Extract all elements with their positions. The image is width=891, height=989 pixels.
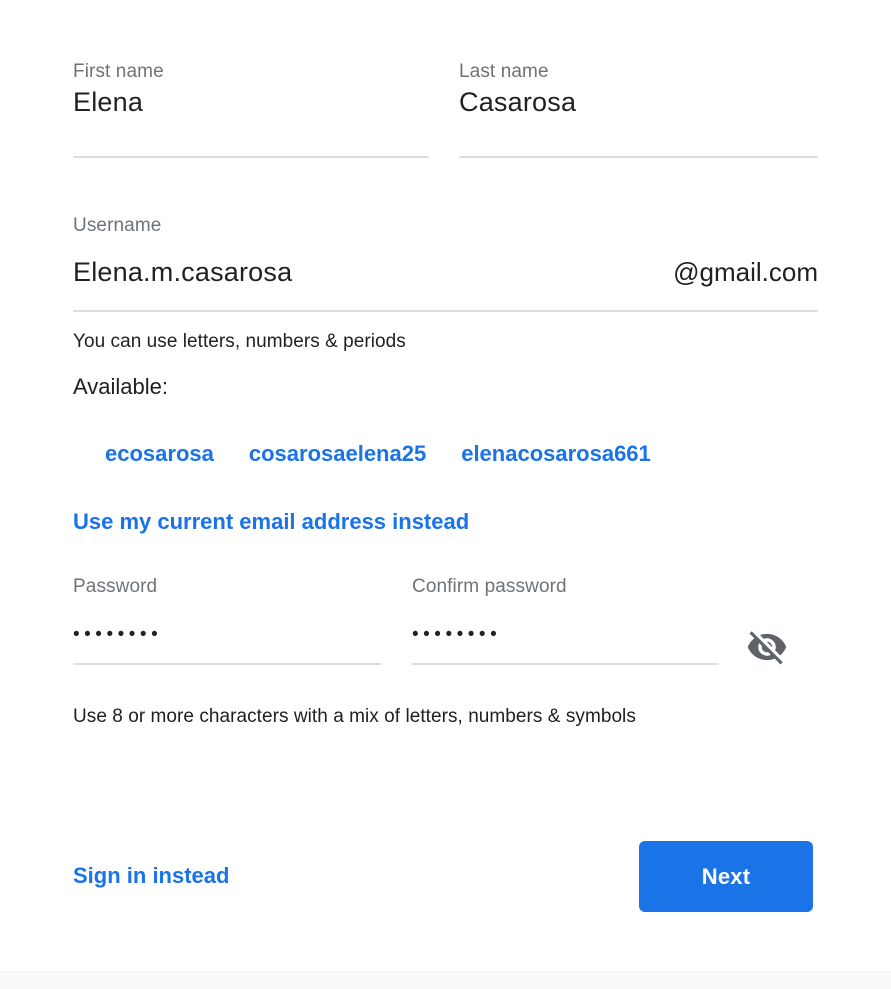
- password-label: Password: [73, 576, 158, 597]
- username-suggestion-3[interactable]: elenacosarosa661: [461, 438, 651, 470]
- bottom-strip: [0, 972, 891, 989]
- visibility-off-icon[interactable]: [740, 620, 794, 674]
- first-name-value[interactable]: Elena: [73, 84, 429, 120]
- last-name-field[interactable]: Last name Casarosa: [459, 60, 818, 158]
- confirm-password-value[interactable]: ••••••••: [412, 617, 719, 653]
- last-name-label: Last name: [459, 61, 549, 82]
- last-name-value[interactable]: Casarosa: [459, 84, 818, 120]
- password-helper-text: Use 8 or more characters with a mix of l…: [73, 706, 636, 727]
- visibility-off-icon-glyph: [747, 631, 787, 665]
- password-value[interactable]: ••••••••: [73, 617, 381, 653]
- first-name-underline: [73, 156, 429, 158]
- first-name-label: First name: [73, 61, 164, 82]
- use-current-email-link[interactable]: Use my current email address instead: [73, 506, 469, 538]
- username-value[interactable]: Elena.m.casarosa: [73, 254, 292, 290]
- last-name-underline: [459, 156, 818, 158]
- username-field[interactable]: Username Elena.m.casarosa @gmail.com: [73, 214, 818, 312]
- username-helper-text: You can use letters, numbers & periods: [73, 331, 406, 352]
- next-button[interactable]: Next: [639, 841, 813, 912]
- username-row: Elena.m.casarosa @gmail.com: [73, 254, 818, 290]
- sign-in-instead-link[interactable]: Sign in instead: [73, 860, 229, 892]
- confirm-password-label: Confirm password: [412, 576, 567, 597]
- username-suggestion-list: ecosarosa cosarosaelena25 elenacosarosa6…: [105, 438, 818, 470]
- username-suggestion-2[interactable]: cosarosaelena25: [249, 438, 426, 470]
- first-name-field[interactable]: First name Elena: [73, 60, 429, 158]
- password-field[interactable]: Password ••••••••: [73, 575, 381, 665]
- confirm-password-field[interactable]: Confirm password ••••••••: [412, 575, 719, 665]
- username-label: Username: [73, 215, 162, 236]
- username-domain-suffix: @gmail.com: [673, 257, 818, 287]
- confirm-password-underline: [412, 663, 719, 665]
- google-signup-form: First name Elena Last name Casarosa User…: [0, 0, 891, 989]
- username-suggestion-1[interactable]: ecosarosa: [105, 438, 214, 470]
- availability-label: Available:: [73, 374, 168, 399]
- password-underline: [73, 663, 381, 665]
- username-underline: [73, 310, 818, 312]
